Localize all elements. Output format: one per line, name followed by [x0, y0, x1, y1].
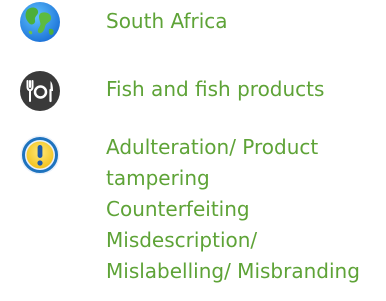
exclamation-icon	[19, 134, 61, 176]
country-row: South Africa	[0, 0, 386, 44]
hazard-line: Mislabelling/ Misbranding	[106, 259, 360, 283]
product-row: Fish and fish products	[0, 58, 386, 111]
globe-icon	[19, 1, 61, 43]
hazard-line: tampering	[106, 166, 210, 190]
hazard-row: Adulteration/ Product tampering Counterf…	[0, 120, 386, 301]
hazard-label: Adulteration/ Product tampering Counterf…	[106, 132, 360, 287]
country-label: South Africa	[106, 9, 228, 33]
hazard-line: Adulteration/ Product	[106, 135, 319, 159]
utensils-icon	[19, 70, 61, 112]
hazard-line: Counterfeiting	[106, 197, 250, 221]
product-label: Fish and fish products	[106, 77, 325, 101]
hazard-line: Misdescription/	[106, 228, 258, 252]
